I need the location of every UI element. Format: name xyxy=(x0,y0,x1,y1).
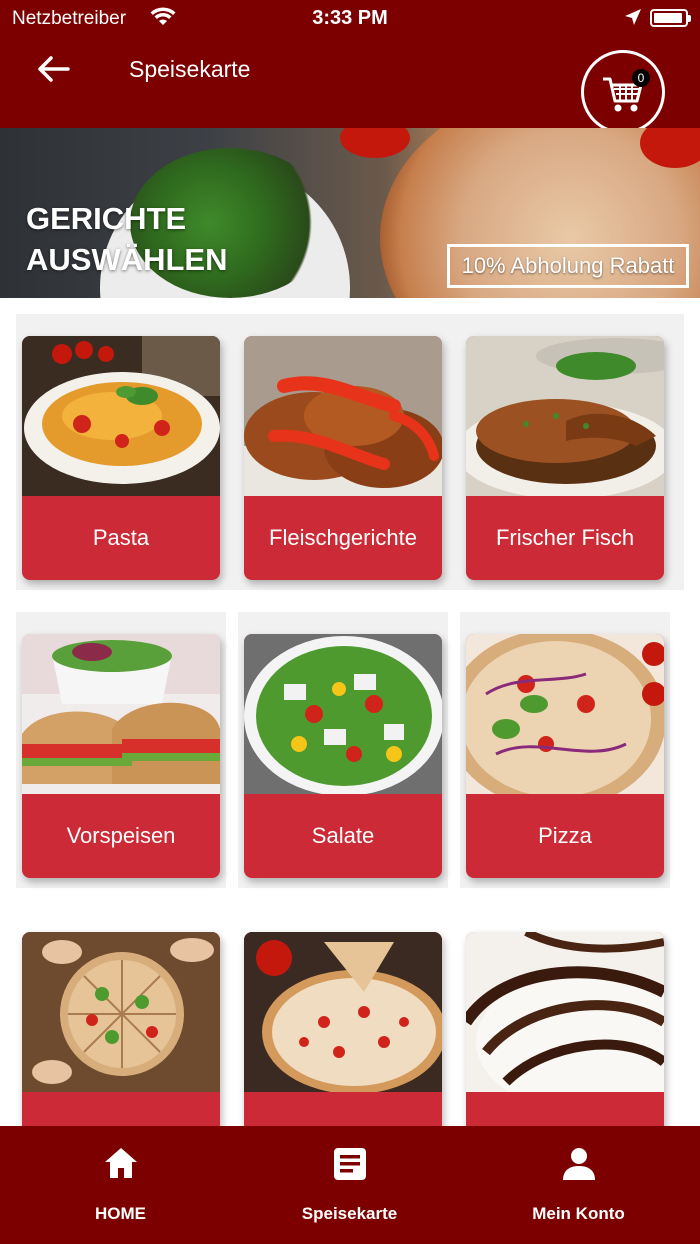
category-image xyxy=(466,932,664,1092)
hero-banner: GERICHTE AUSWÄHLEN 10% Abholung Rabatt xyxy=(0,128,700,298)
salate-image xyxy=(244,634,442,794)
category-card-pizza[interactable]: Pizza xyxy=(466,634,664,878)
home-icon xyxy=(104,1148,137,1178)
category-label: Pasta xyxy=(92,525,150,550)
category-label: Frischer Fisch xyxy=(495,525,635,550)
tab-speisekarte[interactable]: Speisekarte xyxy=(233,1126,466,1244)
category-label: Fleischgerichte xyxy=(269,525,417,550)
cart-button[interactable]: 0 xyxy=(581,50,665,134)
fleischgerichte-image xyxy=(244,336,442,496)
hero-title: GERICHTE AUSWÄHLEN xyxy=(26,201,228,277)
category-card-7[interactable] xyxy=(22,932,220,1126)
vorspeisen-image xyxy=(22,634,220,794)
category-label: Pizza xyxy=(538,823,592,848)
status-bar: Netzbetreiber 3:33 PM xyxy=(0,0,700,36)
tab-label: Mein Konto xyxy=(532,1204,625,1223)
tab-home[interactable]: HOME xyxy=(4,1126,237,1244)
pasta-image xyxy=(22,336,220,496)
category-card-frischer-fisch[interactable]: Frischer Fisch xyxy=(466,336,664,580)
header-bar: Speisekarte 0 xyxy=(0,36,700,134)
clock: 3:33 PM xyxy=(312,7,388,29)
category-image xyxy=(244,932,442,1092)
back-arrow-icon xyxy=(38,56,70,82)
tab-mein-konto[interactable]: Mein Konto xyxy=(462,1126,695,1244)
battery-icon xyxy=(650,9,691,27)
pizza-image xyxy=(466,634,664,794)
discount-badge: 10% Abholung Rabatt xyxy=(447,244,689,288)
category-label: Vorspeisen xyxy=(66,823,176,848)
category-card-9[interactable] xyxy=(466,932,664,1126)
category-card-fleischgerichte[interactable]: Fleischgerichte xyxy=(244,336,442,580)
tab-label: Speisekarte xyxy=(301,1204,398,1223)
category-card-vorspeisen[interactable]: Vorspeisen xyxy=(22,634,220,878)
location-arrow-icon xyxy=(625,9,641,25)
category-label xyxy=(22,1092,220,1126)
category-card-pasta[interactable]: Pasta xyxy=(22,336,220,580)
tab-label: HOME xyxy=(95,1204,146,1223)
category-image xyxy=(22,932,220,1092)
category-card-salate[interactable]: Salate xyxy=(244,634,442,878)
cart-count-badge: 0 xyxy=(632,69,650,87)
category-label xyxy=(466,1092,664,1126)
menu-list-icon xyxy=(333,1148,366,1180)
category-grid: Pasta Fleischgerichte Frischer Fisch Vor… xyxy=(0,298,700,1126)
category-card-8[interactable] xyxy=(244,932,442,1126)
bottom-nav: HOME Speisekarte Mein Konto xyxy=(0,1126,700,1244)
account-icon xyxy=(562,1148,595,1180)
category-label xyxy=(244,1092,442,1126)
back-button[interactable] xyxy=(34,54,74,84)
page-title: Speisekarte xyxy=(129,56,251,82)
category-label: Salate xyxy=(311,823,375,848)
frischer-fisch-image xyxy=(466,336,664,496)
